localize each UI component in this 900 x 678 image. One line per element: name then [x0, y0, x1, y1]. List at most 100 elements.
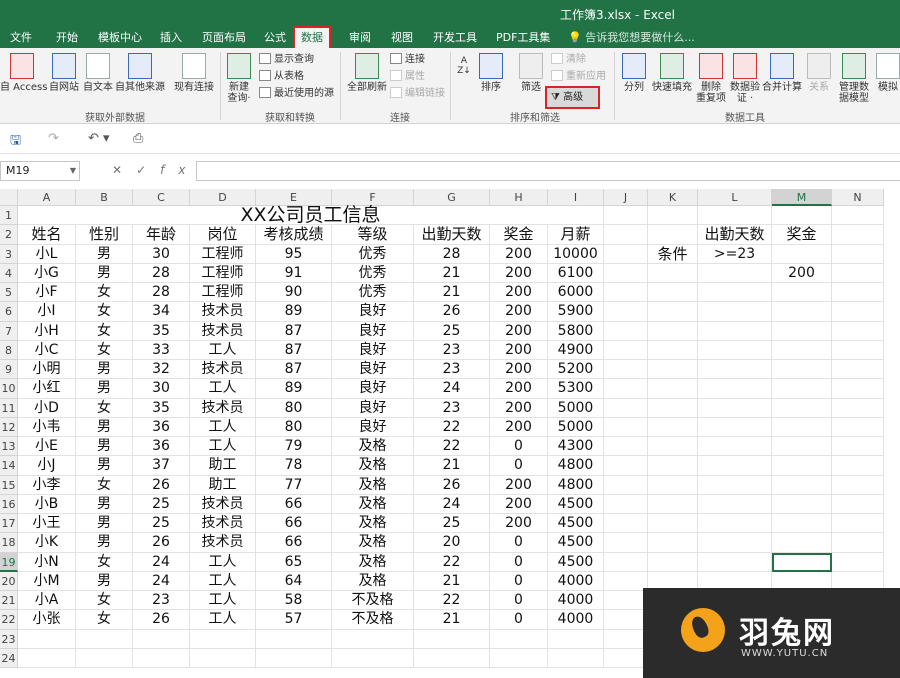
- row-header-2[interactable]: 2: [0, 225, 18, 245]
- cell[interactable]: [648, 475, 698, 495]
- table-cell[interactable]: 87: [256, 321, 332, 341]
- table-cell[interactable]: 小K: [18, 533, 76, 553]
- table-cell[interactable]: 34: [133, 302, 190, 322]
- table-cell[interactable]: 95: [256, 244, 332, 264]
- table-cell[interactable]: 良好: [332, 321, 414, 341]
- cell[interactable]: [832, 360, 884, 380]
- table-cell[interactable]: 79: [256, 437, 332, 457]
- cell[interactable]: [604, 417, 648, 437]
- table-cell[interactable]: 小H: [18, 321, 76, 341]
- name-box[interactable]: M19 ▼: [0, 161, 80, 181]
- table-cell[interactable]: 5000: [548, 417, 604, 437]
- cell[interactable]: [648, 494, 698, 514]
- table-cell[interactable]: 小张: [18, 610, 76, 630]
- row-header-6[interactable]: 6: [0, 302, 18, 322]
- table-cell[interactable]: 男: [76, 244, 133, 264]
- cell[interactable]: [832, 379, 884, 399]
- remove-duplicates-button[interactable]: 删除 重复项: [695, 53, 727, 104]
- table-cell[interactable]: 58: [256, 591, 332, 611]
- table-cell[interactable]: 21: [414, 283, 490, 303]
- table-header-cell[interactable]: 姓名: [18, 225, 76, 245]
- cell[interactable]: [772, 417, 832, 437]
- table-cell[interactable]: 64: [256, 571, 332, 591]
- cell[interactable]: [604, 648, 648, 668]
- table-header-cell[interactable]: 岗位: [190, 225, 256, 245]
- cell[interactable]: [604, 629, 648, 649]
- cell[interactable]: [190, 648, 256, 668]
- reapply-button[interactable]: 重新应用: [551, 69, 606, 85]
- cell[interactable]: [832, 456, 884, 476]
- table-cell[interactable]: 技术员: [190, 360, 256, 380]
- table-cell[interactable]: 男: [76, 456, 133, 476]
- cell[interactable]: [648, 321, 698, 341]
- cell[interactable]: [604, 475, 648, 495]
- table-cell[interactable]: 5300: [548, 379, 604, 399]
- cell[interactable]: [648, 340, 698, 360]
- redo-icon[interactable]: ↷: [48, 131, 59, 146]
- from-access-button[interactable]: 自 Access: [0, 53, 47, 93]
- cell[interactable]: [832, 302, 884, 322]
- criteria-header-attendance[interactable]: 出勤天数: [698, 225, 772, 245]
- table-cell[interactable]: 工人: [190, 379, 256, 399]
- cell[interactable]: [698, 456, 772, 476]
- table-cell[interactable]: 4300: [548, 437, 604, 457]
- table-cell[interactable]: 6000: [548, 283, 604, 303]
- table-cell[interactable]: 200: [490, 244, 548, 264]
- cell[interactable]: [76, 629, 133, 649]
- cell[interactable]: [548, 648, 604, 668]
- table-cell[interactable]: 男: [76, 379, 133, 399]
- criteria-label[interactable]: 条件: [648, 244, 698, 264]
- column-header-n[interactable]: N: [832, 189, 884, 206]
- text-to-columns-button[interactable]: 分列: [620, 53, 648, 93]
- cell[interactable]: [604, 494, 648, 514]
- column-header-g[interactable]: G: [414, 189, 490, 206]
- column-header-i[interactable]: I: [548, 189, 604, 206]
- properties-button[interactable]: 属性: [390, 69, 425, 85]
- table-cell[interactable]: 小李: [18, 475, 76, 495]
- row-header-1[interactable]: 1: [0, 206, 18, 226]
- table-cell[interactable]: 21: [414, 263, 490, 283]
- cell[interactable]: [698, 514, 772, 534]
- cell[interactable]: [490, 629, 548, 649]
- row-header-8[interactable]: 8: [0, 340, 18, 360]
- table-cell[interactable]: 男: [76, 417, 133, 437]
- cell[interactable]: [604, 552, 648, 572]
- column-header-k[interactable]: K: [648, 189, 698, 206]
- criteria-value-bonus[interactable]: 200: [772, 263, 832, 283]
- table-cell[interactable]: 26: [414, 302, 490, 322]
- from-web-button[interactable]: 自网站: [46, 53, 82, 93]
- cell[interactable]: [332, 648, 414, 668]
- table-cell[interactable]: 22: [414, 591, 490, 611]
- table-cell[interactable]: 35: [133, 321, 190, 341]
- cell[interactable]: [698, 321, 772, 341]
- row-header-13[interactable]: 13: [0, 437, 18, 457]
- from-text-button[interactable]: 自文本: [82, 53, 114, 93]
- table-cell[interactable]: 女: [76, 302, 133, 322]
- tab-view[interactable]: 视图: [385, 29, 419, 47]
- relationships-button[interactable]: 关系: [806, 53, 832, 93]
- row-header-19[interactable]: 19: [0, 552, 18, 572]
- table-cell[interactable]: 小E: [18, 437, 76, 457]
- table-cell[interactable]: 23: [133, 591, 190, 611]
- table-cell[interactable]: 良好: [332, 302, 414, 322]
- table-cell[interactable]: 4500: [548, 494, 604, 514]
- from-other-sources-button[interactable]: 自其他来源: [115, 53, 165, 93]
- save-icon[interactable]: 🖫: [10, 131, 21, 153]
- row-header-23[interactable]: 23: [0, 629, 18, 649]
- table-cell[interactable]: 男: [76, 360, 133, 380]
- table-cell[interactable]: 25: [414, 321, 490, 341]
- table-cell[interactable]: 小红: [18, 379, 76, 399]
- formula-input[interactable]: [196, 161, 900, 181]
- table-cell[interactable]: 工人: [190, 552, 256, 572]
- table-cell[interactable]: 小韦: [18, 417, 76, 437]
- cell[interactable]: [832, 417, 884, 437]
- cell[interactable]: [832, 398, 884, 418]
- tell-me-search[interactable]: 💡 告诉我您想要做什么...: [568, 29, 695, 47]
- table-cell[interactable]: 26: [133, 610, 190, 630]
- row-header-24[interactable]: 24: [0, 648, 18, 668]
- cell[interactable]: [18, 629, 76, 649]
- cell[interactable]: [18, 648, 76, 668]
- table-header-cell[interactable]: 考核成绩: [256, 225, 332, 245]
- table-cell[interactable]: 0: [490, 456, 548, 476]
- table-cell[interactable]: 0: [490, 610, 548, 630]
